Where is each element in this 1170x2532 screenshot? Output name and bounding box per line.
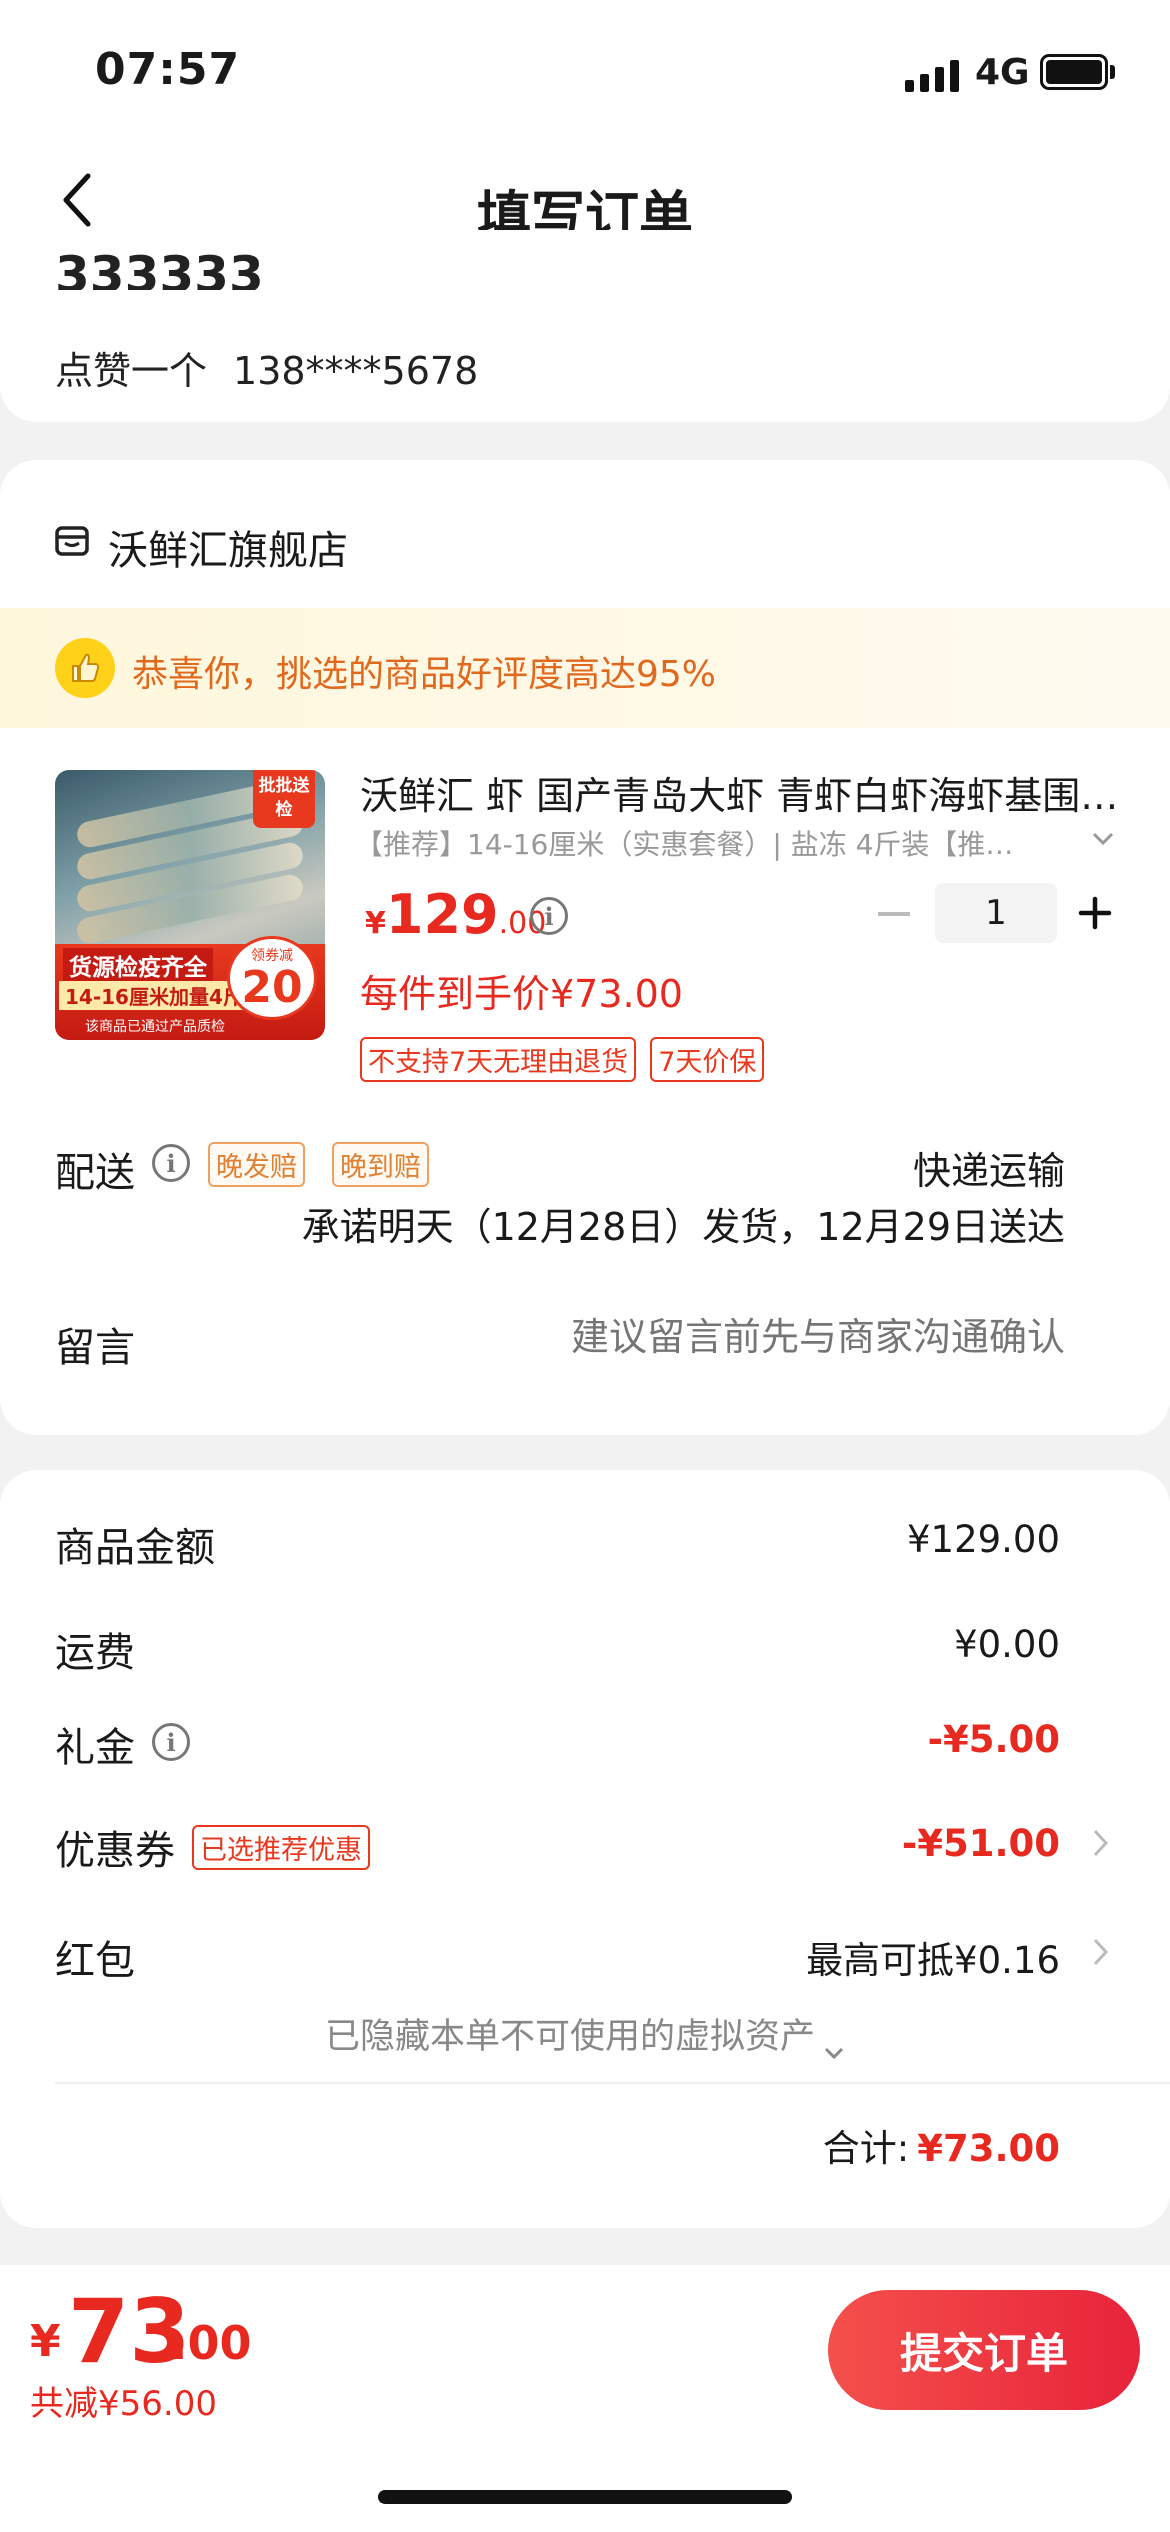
quantity-minus-button[interactable] [878,912,910,916]
price-currency: ¥ [365,906,386,941]
chevron-right-icon[interactable] [1090,1826,1110,1860]
chevron-right-icon[interactable] [1090,1935,1110,1969]
product-tags: 不支持7天无理由退货 7天价保 [360,1037,765,1082]
order-total: 合计: ¥73.00 [823,2118,1060,2172]
pay-decimal: .00 [170,2316,252,2370]
late-arrive-tag: 晚到赔 [332,1142,429,1187]
product-image[interactable]: 批批送检 货源检疫齐全 14-16厘米加量4斤 该商品已通过产品质检 领券减 2… [55,770,325,1040]
total-label: 合计: [822,2127,910,2170]
image-badge: 批批送检 [253,770,315,828]
no-return-tag: 不支持7天无理由退货 [360,1037,637,1082]
address-contact: 点赞一个 138****5678 [55,340,478,395]
divider [55,2082,1170,2084]
battery-cap [1110,65,1115,79]
image-banner-text-2: 14-16厘米加量4斤 [59,981,249,1010]
gift-label: 礼金 [55,1725,135,1771]
shipping-label: 配送 [55,1150,135,1196]
image-banner-text-1: 货源检疫齐全 [63,948,213,982]
freight-value: ¥0.00 [954,1623,1060,1666]
home-indicator[interactable] [378,2490,792,2504]
unit-price: 每件到手价¥73.00 [360,972,683,1016]
total-saved: 共减¥56.00 [30,2384,217,2424]
coupon-value[interactable]: -¥51.00 [902,1822,1060,1865]
message-input[interactable] [425,1315,1065,1359]
status-time: 07:57 [95,44,241,95]
contact-name: 点赞一个 [55,349,208,393]
image-banner-text-3: 该商品已通过产品质检 [85,1019,225,1035]
product-title[interactable]: 沃鲜汇 虾 国产青岛大虾 青虾白虾海虾基围虾 鲜活冷冻 [360,765,1120,820]
address-line: 333333 [55,250,264,290]
goods-amount-value: ¥129.00 [906,1518,1060,1561]
quantity-value[interactable]: 1 [935,883,1057,943]
image-coupon: 领券减 20 [227,936,317,1020]
thumbs-up-icon [55,638,115,698]
shipping-method[interactable]: 快递运输 [913,1140,1065,1195]
info-icon[interactable]: i [530,897,568,935]
shipping-promise: 承诺明天（12月28日）发货，12月29日送达 [301,1205,1065,1249]
chevron-down-icon [823,2030,845,2060]
network-type: 4G [975,52,1030,93]
praise-text: 恭喜你，挑选的商品好评度高达95% [132,654,717,695]
signal-icon [905,56,961,92]
image-coupon-value: 20 [241,962,303,1013]
price-integer: 129 [385,883,499,946]
submit-order-button[interactable]: 提交订单 [828,2290,1140,2410]
product-price: ¥129.00 [365,883,546,946]
product-spec[interactable]: 【推荐】14-16厘米（实惠套餐）| 盐冻 4斤装【推荐】 [355,823,1035,863]
info-icon[interactable]: i [152,1723,190,1761]
info-icon[interactable]: i [152,1144,190,1182]
chevron-down-icon[interactable] [1090,828,1116,850]
battery-icon [1040,54,1108,90]
goods-amount-label: 商品金额 [55,1525,215,1571]
coupon-label: 优惠券 [55,1828,175,1874]
price-protect-tag: 7天价保 [650,1037,765,1082]
coupon-recommend-tag: 已选推荐优惠 [192,1825,370,1870]
quantity-plus-button[interactable] [1078,896,1112,930]
total-value: ¥73.00 [917,2127,1060,2170]
gift-value: -¥5.00 [927,1718,1060,1761]
late-ship-tag: 晚发赔 [208,1142,305,1187]
pay-currency: ¥ [30,2316,61,2367]
hidden-assets-toggle[interactable]: 已隐藏本单不可使用的虚拟资产 [0,2008,1170,2060]
message-label: 留言 [55,1325,135,1371]
redpacket-value[interactable]: 最高可抵¥0.16 [806,1930,1060,1984]
hidden-assets-text: 已隐藏本单不可使用的虚拟资产 [324,2017,815,2057]
contact-phone: 138****5678 [233,349,479,393]
store-name[interactable]: 沃鲜汇旗舰店 [108,518,348,576]
store-icon [55,525,89,557]
redpacket-label: 红包 [55,1938,135,1984]
freight-label: 运费 [55,1630,135,1676]
